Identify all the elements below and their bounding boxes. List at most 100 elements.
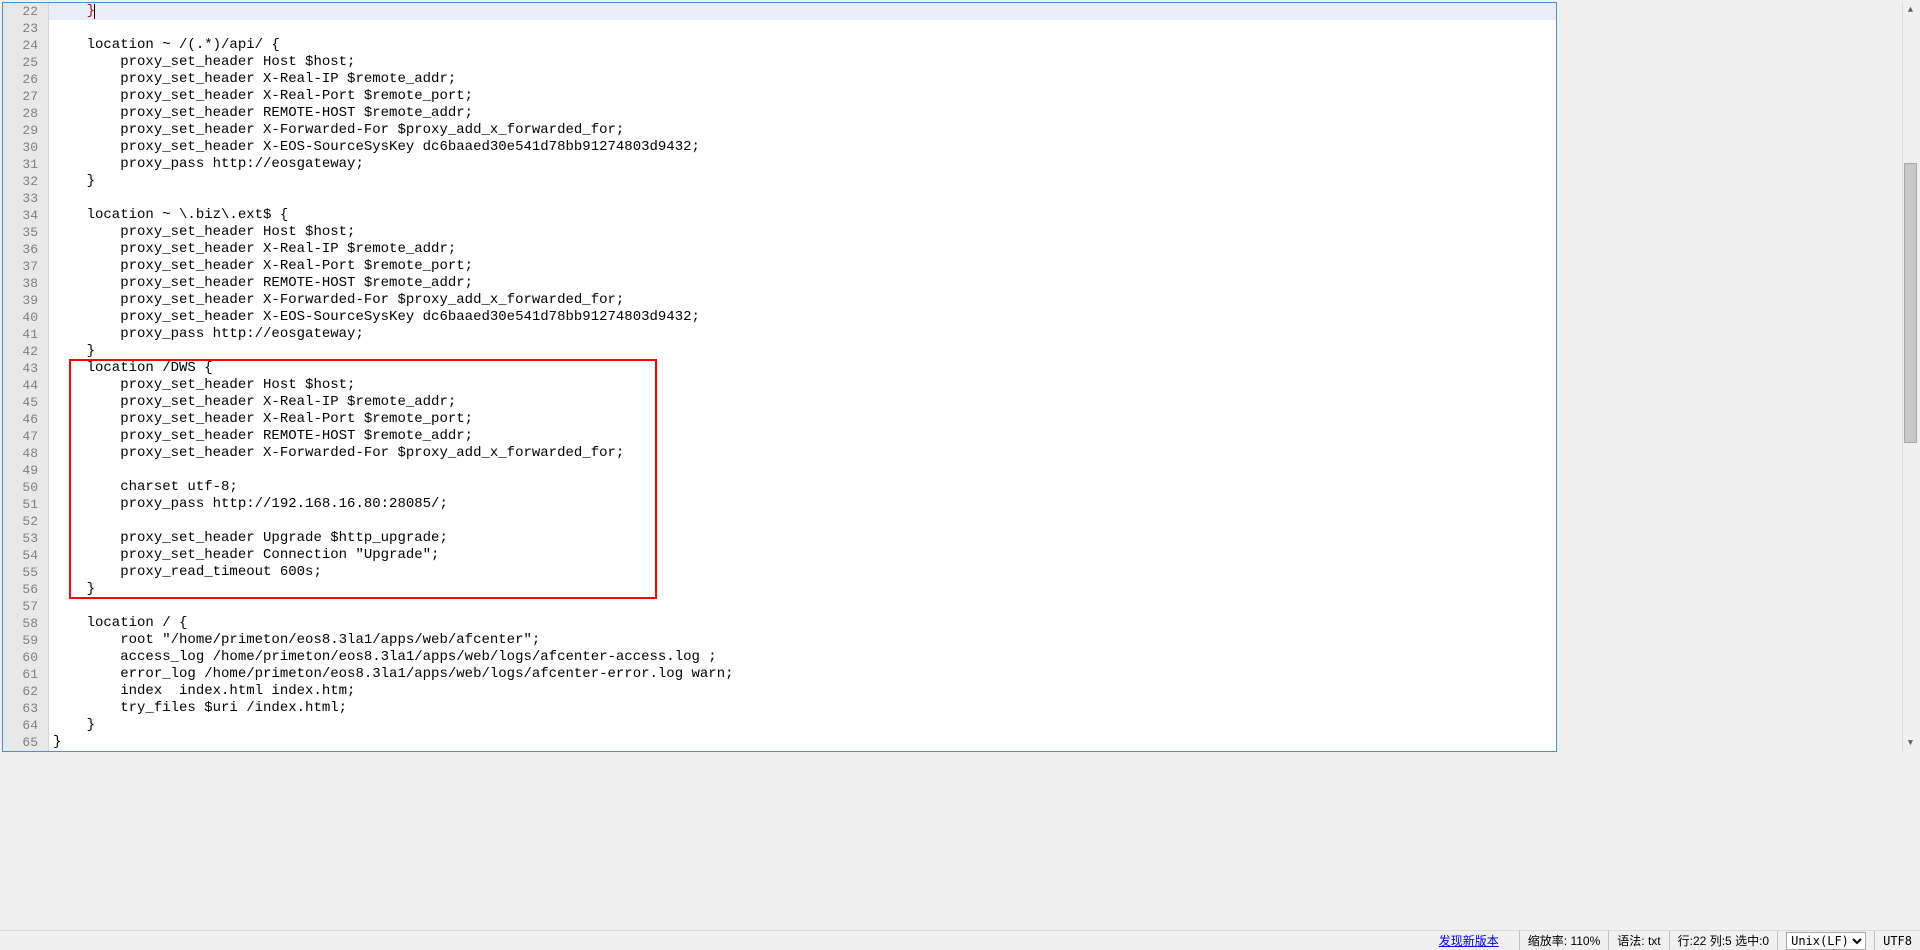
code-line[interactable]: }	[49, 3, 1556, 20]
line-number: 41	[3, 326, 48, 343]
line-number: 36	[3, 241, 48, 258]
line-number: 59	[3, 632, 48, 649]
line-number: 32	[3, 173, 48, 190]
line-number: 22	[3, 3, 48, 20]
code-line[interactable]: charset utf-8;	[49, 479, 1556, 496]
new-version-link[interactable]: 发现新版本	[1439, 932, 1499, 949]
code-line[interactable]: error_log /home/primeton/eos8.3la1/apps/…	[49, 666, 1556, 683]
line-number: 29	[3, 122, 48, 139]
zoom-label: 缩放率:	[1528, 932, 1567, 949]
code-line[interactable]: proxy_set_header X-Real-IP $remote_addr;	[49, 71, 1556, 88]
code-line[interactable]	[49, 462, 1556, 479]
code-line[interactable]: proxy_set_header REMOTE-HOST $remote_add…	[49, 275, 1556, 292]
code-line[interactable]: proxy_read_timeout 600s;	[49, 564, 1556, 581]
scroll-up-button[interactable]: ▲	[1903, 3, 1918, 18]
line-number: 28	[3, 105, 48, 122]
code-line[interactable]: }	[49, 173, 1556, 190]
line-number: 55	[3, 564, 48, 581]
code-line[interactable]: location /DWS {	[49, 360, 1556, 377]
zoom-cell: 缩放率: 110%	[1519, 931, 1609, 950]
code-line[interactable]: location ~ \.biz\.ext$ {	[49, 207, 1556, 224]
pos-col: 5	[1725, 934, 1732, 948]
line-number: 62	[3, 683, 48, 700]
line-number: 37	[3, 258, 48, 275]
line-number: 34	[3, 207, 48, 224]
lang-value: txt	[1648, 934, 1661, 948]
code-line[interactable]: location / {	[49, 615, 1556, 632]
line-number: 60	[3, 649, 48, 666]
line-number: 54	[3, 547, 48, 564]
line-number: 25	[3, 54, 48, 71]
line-number: 30	[3, 139, 48, 156]
status-bar: 发现新版本 缩放率: 110% 语法: txt 行: 22 列: 5 选中: 0…	[0, 930, 1920, 950]
code-lines[interactable]: } location ~ /(.*)/api/ { proxy_set_head…	[49, 3, 1556, 751]
code-line[interactable]: proxy_set_header Connection "Upgrade";	[49, 547, 1556, 564]
line-number: 53	[3, 530, 48, 547]
line-number: 38	[3, 275, 48, 292]
code-line[interactable]	[49, 598, 1556, 615]
encoding-cell[interactable]: UTF8	[1874, 931, 1920, 950]
line-number: 64	[3, 717, 48, 734]
code-line[interactable]: proxy_set_header REMOTE-HOST $remote_add…	[49, 428, 1556, 445]
code-line[interactable]: }	[49, 734, 1556, 751]
eol-select[interactable]: Unix(LF)	[1786, 932, 1866, 950]
line-number: 45	[3, 394, 48, 411]
line-number: 50	[3, 479, 48, 496]
line-number: 27	[3, 88, 48, 105]
zoom-value: 110%	[1570, 934, 1600, 948]
code-line[interactable]: proxy_set_header X-Forwarded-For $proxy_…	[49, 292, 1556, 309]
line-number: 43	[3, 360, 48, 377]
code-line[interactable]: proxy_set_header Host $host;	[49, 377, 1556, 394]
code-line[interactable]: }	[49, 717, 1556, 734]
code-line[interactable]: proxy_set_header Upgrade $http_upgrade;	[49, 530, 1556, 547]
line-number: 58	[3, 615, 48, 632]
eol-cell[interactable]: Unix(LF)	[1777, 931, 1874, 950]
code-line[interactable]: proxy_set_header REMOTE-HOST $remote_add…	[49, 105, 1556, 122]
code-line[interactable]: proxy_set_header Host $host;	[49, 54, 1556, 71]
line-number: 26	[3, 71, 48, 88]
scroll-down-button[interactable]: ▼	[1903, 736, 1918, 751]
line-number: 24	[3, 37, 48, 54]
code-line[interactable]: proxy_set_header X-EOS-SourceSysKey dc6b…	[49, 139, 1556, 156]
code-line[interactable]: proxy_pass http://eosgateway;	[49, 156, 1556, 173]
code-line[interactable]	[49, 190, 1556, 207]
line-number: 46	[3, 411, 48, 428]
code-line[interactable]	[49, 513, 1556, 530]
code-line[interactable]: root "/home/primeton/eos8.3la1/apps/web/…	[49, 632, 1556, 649]
code-line[interactable]: try_files $uri /index.html;	[49, 700, 1556, 717]
code-line[interactable]: proxy_set_header X-Real-IP $remote_addr;	[49, 241, 1556, 258]
code-line[interactable]: proxy_pass http://192.168.16.80:28085/;	[49, 496, 1556, 513]
line-number-gutter: 2223242526272829303132333435363738394041…	[3, 3, 49, 751]
pos-line: 22	[1693, 934, 1706, 948]
sel-value: 0	[1762, 934, 1769, 948]
code-line[interactable]: proxy_pass http://eosgateway;	[49, 326, 1556, 343]
code-line[interactable]: access_log /home/primeton/eos8.3la1/apps…	[49, 649, 1556, 666]
vertical-scrollbar[interactable]: ▲ ▼	[1902, 3, 1917, 751]
code-line[interactable]: proxy_set_header X-Real-Port $remote_por…	[49, 411, 1556, 428]
code-line[interactable]: proxy_set_header X-Forwarded-For $proxy_…	[49, 445, 1556, 462]
code-area[interactable]: } location ~ /(.*)/api/ { proxy_set_head…	[49, 3, 1556, 751]
lang-label: 语法:	[1617, 932, 1644, 949]
editor-frame: 2223242526272829303132333435363738394041…	[2, 2, 1557, 752]
code-line[interactable]: proxy_set_header X-Real-Port $remote_por…	[49, 258, 1556, 275]
scroll-thumb[interactable]	[1904, 163, 1917, 443]
code-line[interactable]: proxy_set_header Host $host;	[49, 224, 1556, 241]
code-line[interactable]: location ~ /(.*)/api/ {	[49, 37, 1556, 54]
line-number: 52	[3, 513, 48, 530]
line-number: 47	[3, 428, 48, 445]
code-line[interactable]: }	[49, 581, 1556, 598]
code-line[interactable]: proxy_set_header X-Real-IP $remote_addr;	[49, 394, 1556, 411]
code-line[interactable]	[49, 20, 1556, 37]
lang-cell: 语法: txt	[1608, 931, 1668, 950]
line-number: 57	[3, 598, 48, 615]
line-number: 63	[3, 700, 48, 717]
code-line[interactable]: }	[49, 343, 1556, 360]
sel-label: 选中:	[1735, 932, 1762, 949]
position-cell: 行: 22 列: 5 选中: 0	[1669, 931, 1777, 950]
line-number: 42	[3, 343, 48, 360]
code-line[interactable]: proxy_set_header X-Real-Port $remote_por…	[49, 88, 1556, 105]
code-line[interactable]: proxy_set_header X-EOS-SourceSysKey dc6b…	[49, 309, 1556, 326]
line-number: 44	[3, 377, 48, 394]
code-line[interactable]: index index.html index.htm;	[49, 683, 1556, 700]
code-line[interactable]: proxy_set_header X-Forwarded-For $proxy_…	[49, 122, 1556, 139]
